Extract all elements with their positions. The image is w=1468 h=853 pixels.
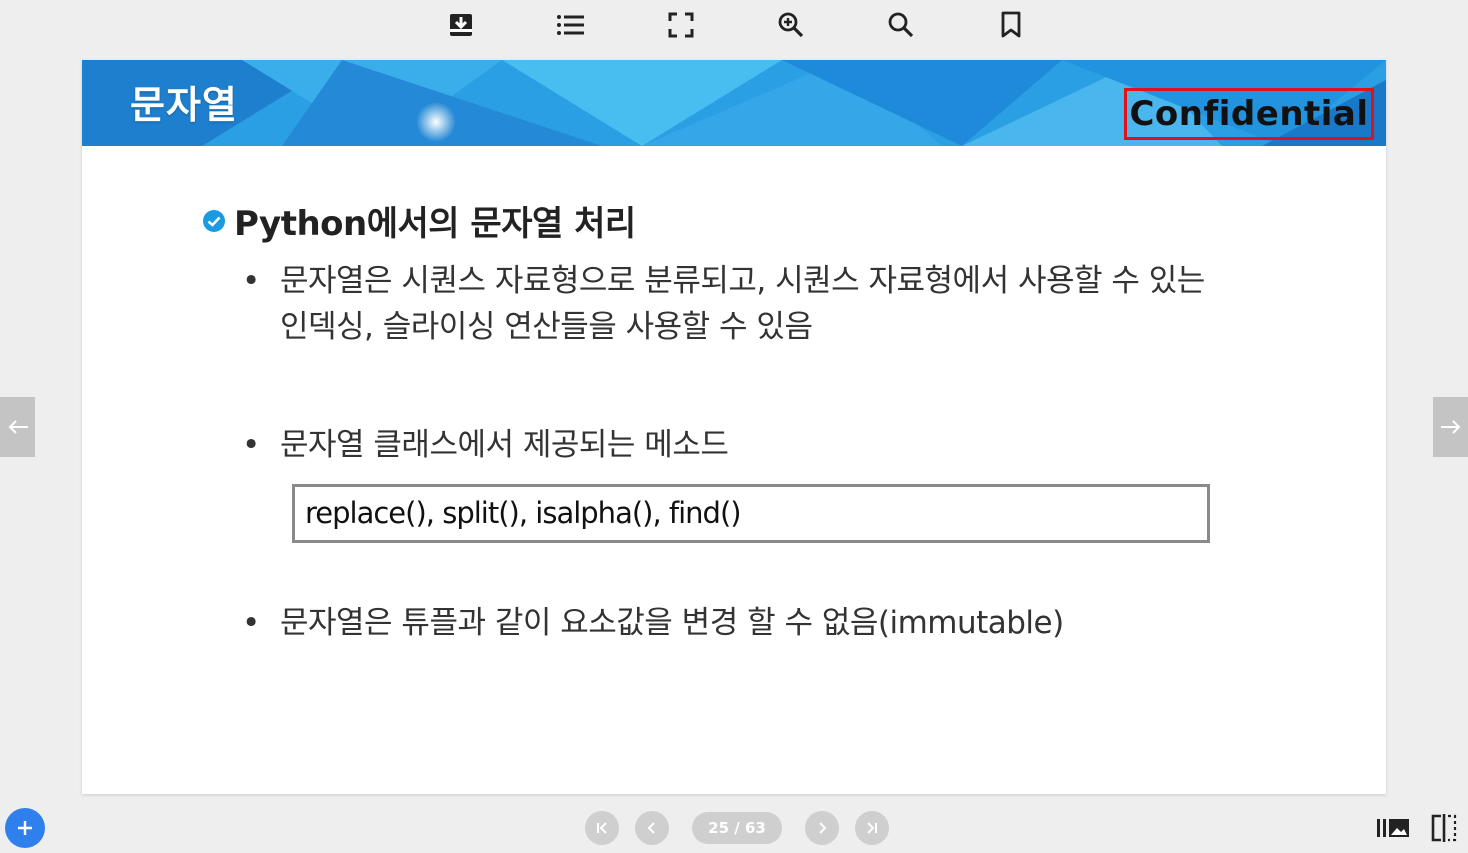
bookmark-icon[interactable] bbox=[994, 8, 1028, 42]
previous-page-button[interactable] bbox=[635, 811, 669, 845]
last-page-icon bbox=[867, 822, 877, 834]
slide-heading: Python에서의 문자열 처리 bbox=[202, 196, 636, 245]
first-page-button[interactable] bbox=[585, 811, 619, 845]
previous-page-arrow[interactable] bbox=[0, 397, 35, 457]
method-list-box: replace(), split(), isalpha(), find() bbox=[292, 484, 1210, 543]
bullet-dot: • bbox=[242, 263, 260, 299]
download-icon[interactable] bbox=[444, 8, 478, 42]
next-page-button[interactable] bbox=[805, 811, 839, 845]
page-indicator: 25 / 63 bbox=[692, 812, 782, 844]
slide-title: 문자열 bbox=[130, 83, 238, 127]
last-page-button[interactable] bbox=[855, 811, 889, 845]
bullet-text: 문자열은 시퀀스 자료형으로 분류되고, 시퀀스 자료형에서 사용할 수 있는 bbox=[280, 263, 1205, 299]
split-view-icon bbox=[1431, 814, 1457, 842]
bullet-dot: • bbox=[242, 427, 260, 463]
confidential-label: Confidential bbox=[1124, 88, 1374, 140]
bullet-dot: • bbox=[242, 605, 260, 641]
add-button[interactable] bbox=[5, 808, 45, 848]
split-view-button[interactable] bbox=[1426, 812, 1462, 844]
bullet-text-continued: 인덱싱, 슬라이싱 연산들을 사용할 수 있음 bbox=[280, 309, 813, 345]
zoom-in-icon[interactable] bbox=[774, 8, 808, 42]
arrow-right-icon bbox=[1440, 420, 1460, 434]
plus-icon bbox=[18, 821, 32, 835]
bullet-text: 문자열 클래스에서 제공되는 메소드 bbox=[280, 427, 729, 463]
top-toolbar bbox=[0, 0, 1468, 50]
gallery-icon bbox=[1377, 819, 1409, 837]
slide-page: 문자열 Confidential Python에서의 문자열 처리 • 문자열은… bbox=[82, 60, 1386, 794]
next-page-arrow[interactable] bbox=[1433, 397, 1468, 457]
fullscreen-icon[interactable] bbox=[664, 8, 698, 42]
heading-text: Python에서의 문자열 처리 bbox=[234, 204, 636, 244]
first-page-icon bbox=[597, 822, 607, 834]
search-icon[interactable] bbox=[884, 8, 918, 42]
slide-banner: 문자열 Confidential bbox=[82, 60, 1386, 146]
thumbnail-view-button[interactable] bbox=[1375, 812, 1411, 844]
arrow-left-icon bbox=[8, 420, 28, 434]
list-icon[interactable] bbox=[554, 8, 588, 42]
check-circle-icon bbox=[203, 209, 225, 232]
bullet-text: 문자열은 튜플과 같이 요소값을 변경 할 수 없음(immutable) bbox=[280, 605, 1064, 641]
chevron-left-icon bbox=[647, 822, 655, 834]
chevron-right-icon bbox=[819, 822, 827, 834]
